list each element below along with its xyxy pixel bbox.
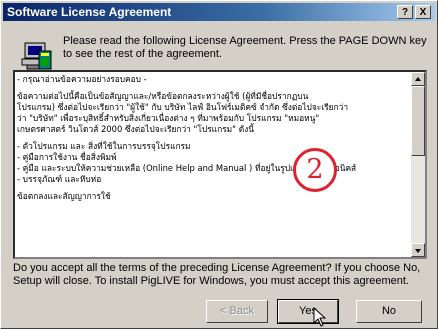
- step-number-badge: 2: [293, 148, 337, 192]
- arrow-up-icon: [415, 77, 421, 81]
- instructions-text: Please read the following License Agreem…: [63, 35, 427, 60]
- license-line: - กรุณาอ่านข้อความอย่างรอบคอบ -: [17, 74, 147, 84]
- yes-button[interactable]: Yes: [277, 299, 339, 324]
- accept-question-text: Do you accept all the terms of the prece…: [13, 262, 421, 287]
- license-line: - คู่มือการใช้งาน ชื่อสิ่งพิมพ์: [17, 152, 117, 162]
- title-bar[interactable]: Software License Agreement ? X: [3, 3, 435, 21]
- vertical-scrollbar[interactable]: [411, 72, 425, 257]
- license-line: - คู่มือ และระบบให้ความช่วยเหลือ (Online…: [17, 163, 357, 173]
- license-line: โปรแกรม) ซึ่งต่อไปจะเรียกว่า "ผู้ใช้" กั…: [17, 102, 349, 112]
- license-text-area[interactable]: - กรุณาอ่านข้อความอย่างรอบคอบ - ข้อความต…: [13, 70, 427, 259]
- mouse-pointer-icon: [313, 307, 327, 327]
- license-line: ข้อตกลงและสัญญาการใช้: [17, 191, 111, 201]
- scroll-up-button[interactable]: [411, 72, 425, 86]
- license-line: - ตัวโปรแกรม และ สิ่งที่ใช้ในการบรรจุโปร…: [17, 141, 191, 151]
- license-text: - กรุณาอ่านข้อความอย่างรอบคอบ - ข้อความต…: [17, 74, 407, 202]
- arrow-down-icon: [415, 249, 421, 253]
- setup-computer-icon: [21, 42, 52, 70]
- license-dialog: Software License Agreement ? X Please re…: [0, 0, 438, 329]
- scroll-down-button[interactable]: [411, 243, 425, 257]
- window-title: Software License Agreement: [7, 5, 172, 19]
- help-button[interactable]: ?: [397, 5, 413, 19]
- scroll-thumb[interactable]: [411, 86, 425, 156]
- back-button[interactable]: < Back: [206, 300, 268, 323]
- close-button[interactable]: X: [415, 5, 431, 19]
- license-line: ข้อความต่อไปนี้คือเป็นข้อสัญญาและ/หรือข้…: [17, 91, 309, 101]
- license-line: - บรรจุภัณฑ์ และหีบห่อ: [17, 174, 102, 184]
- license-line: เกษตรศาสตร์ วินโดวส์ 2000 ซึ่งต่อไปจะเรี…: [17, 124, 254, 134]
- license-line: ว่า "บริษัท" เพื่อระบุสิทธิ์สำหรับสิ่งเก…: [17, 113, 320, 123]
- no-button[interactable]: No: [356, 300, 422, 323]
